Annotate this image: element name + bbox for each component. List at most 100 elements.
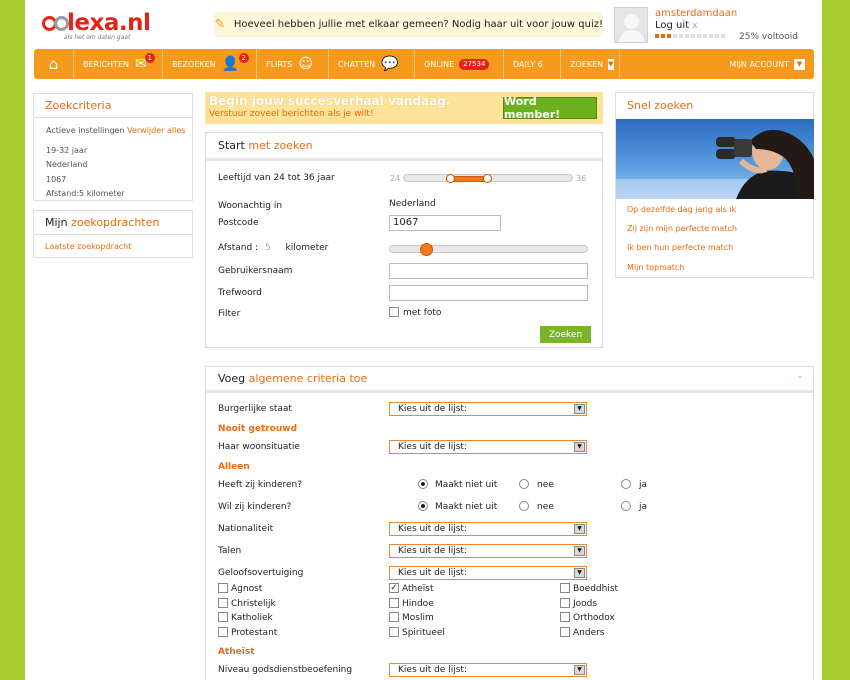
snel-link-hun-match[interactable]: Ik ben hun perfecte match	[627, 243, 733, 252]
met-foto-checkbox[interactable]	[389, 307, 399, 317]
profile-panel: amsterdamdaan Log uit x 25% voltooid	[614, 7, 814, 45]
search-title-b: met zoeken	[248, 139, 313, 152]
geloof-option-label: Orthodox	[573, 613, 615, 623]
nav-account[interactable]: MIJN ACCOUNT ▼	[720, 49, 814, 79]
niveau-label: Niveau godsdienstbeoefening	[218, 665, 353, 675]
snel-link-perfecte-match[interactable]: Zij zijn mijn perfecte match	[627, 224, 737, 233]
geloof-option-label: Christelijk	[231, 598, 276, 609]
age-slider-max-handle[interactable]	[483, 174, 492, 183]
username-link[interactable]: amsterdamdaan	[655, 8, 737, 19]
nav-flirts[interactable]: FLIRTS ☺	[257, 49, 329, 79]
geloof-checkbox-anders[interactable]	[560, 626, 570, 637]
afstand-value: 5	[264, 243, 271, 253]
snel-link-jarig[interactable]: Op dezelfde dag jarig als ik	[627, 205, 736, 214]
geloof-checkbox-katholiek[interactable]	[218, 612, 228, 622]
word-member-button[interactable]: Word member!	[503, 95, 597, 121]
nav-zoeken[interactable]: ZOEKEN ▼	[561, 49, 620, 79]
nav-daily6[interactable]: DAILY 6	[504, 49, 561, 79]
heeft-kinderen-nee-radio[interactable]	[519, 479, 529, 489]
verwijder-alles-link[interactable]: Verwijder alles	[127, 126, 185, 135]
chevron-down-icon: ▼	[574, 404, 585, 414]
wil-kinderen-nee-radio[interactable]	[519, 501, 529, 511]
logout-label: Log uit	[655, 20, 690, 31]
afstand-slider[interactable]	[389, 243, 588, 256]
profile-progress-label: 25% voltooid	[739, 32, 798, 42]
geloof-checkbox-moslim[interactable]	[389, 612, 399, 622]
nav-chatten[interactable]: CHATTEN 💬	[329, 49, 415, 79]
geloof-checkbox-hindoe[interactable]	[389, 597, 399, 608]
geloof-checkbox-boeddhist[interactable]	[560, 583, 570, 593]
chevron-down-icon: ▼	[574, 568, 585, 578]
banner-subtitle: Verstuur zoveel berichten als je wilt!	[209, 109, 374, 119]
nationaliteit-label: Nationaliteit	[218, 524, 274, 534]
woonsituatie-select[interactable]: Kies uit de lijst: ▼	[389, 440, 587, 454]
geloof-value: Atheïst	[218, 647, 255, 657]
afstand-slider-handle[interactable]	[420, 243, 433, 256]
criteria-age: 19-32 jaar	[46, 145, 88, 155]
postcode-input[interactable]: 1067	[389, 215, 501, 231]
geloof-checkbox-spiritueel[interactable]	[389, 626, 399, 637]
afstand-label: Afstand : 5 kilometer	[218, 243, 328, 253]
wil-kinderen-maakt-niet-uit-radio[interactable]	[418, 501, 428, 511]
woonachtig-value[interactable]: Nederland	[389, 199, 436, 209]
wil-kinderen-ja-radio[interactable]	[621, 501, 631, 511]
search-box: Start met zoeken Leeftijd van 24 tot 36 …	[205, 132, 603, 348]
nav-online[interactable]: ONLINE 27534	[415, 49, 504, 79]
geloof-checkbox-protestant[interactable]	[218, 626, 228, 637]
geloof-checkbox-orthodox[interactable]	[560, 612, 570, 622]
criteria-title: Voeg algemene criteria toe -	[206, 367, 813, 393]
visitors-icon: 👤	[221, 56, 240, 72]
geloof-option-label: Moslim	[402, 613, 434, 623]
criteria-postcode: 1067	[46, 174, 67, 184]
nav-berichten[interactable]: BERICHTEN ✉ 1	[74, 49, 163, 79]
age-max-label: 36	[576, 174, 587, 183]
collapse-icon[interactable]: -	[798, 370, 802, 383]
trefwoord-input[interactable]	[389, 285, 588, 301]
close-icon[interactable]: x	[692, 21, 697, 31]
age-slider-min-handle[interactable]	[446, 174, 455, 183]
geloof-option-label: Katholiek	[231, 613, 273, 623]
logout-link[interactable]: Log uit x	[655, 20, 697, 31]
niveau-select[interactable]: Kies uit de lijst: ▼	[389, 663, 587, 677]
gebruikersnaam-input[interactable]	[389, 263, 588, 279]
banner-title: Begin jouw succesverhaal vandaag.	[209, 94, 451, 108]
zoekopdrachten-title: Mijn zoekopdrachten	[34, 211, 192, 235]
avatar[interactable]	[614, 7, 648, 43]
nav-chatten-label: CHATTEN	[338, 59, 376, 69]
heeft-kinderen-ja-radio[interactable]	[621, 479, 631, 489]
gebruikersnaam-label: Gebruikersnaam	[218, 266, 293, 276]
geloof-checkbox-christelijk[interactable]	[218, 597, 228, 608]
zoeken-button[interactable]: Zoeken	[540, 326, 591, 343]
logo[interactable]: lexa.nl als het om daten gaat	[42, 10, 151, 41]
geloof-option-label: Boeddhist	[573, 584, 619, 594]
geloof-checkbox-agnost[interactable]	[218, 583, 228, 593]
heeft-kinderen-maakt-niet-uit-radio[interactable]	[418, 479, 428, 489]
nav-bezoeken[interactable]: BEZOEKEN 👤 2	[163, 49, 257, 79]
trefwoord-label: Trefwoord	[218, 288, 262, 298]
laatste-zoekopdracht-link[interactable]: Laatste zoekopdracht	[34, 235, 192, 251]
age-slider[interactable]	[403, 174, 573, 183]
home-icon: ⌂	[48, 55, 59, 73]
age-min-label: 24	[390, 174, 401, 183]
geloof-option-label: Protestant	[231, 627, 278, 638]
nav-home[interactable]: ⌂	[34, 49, 74, 79]
geloof-checkbox-joods[interactable]	[560, 597, 570, 608]
afstand-label-text: Afstand :	[218, 243, 259, 253]
wil-kinderen-nee-label: nee	[537, 502, 554, 512]
talen-select[interactable]: Kies uit de lijst: ▼	[389, 544, 587, 558]
progress-segment	[667, 34, 671, 38]
met-foto-label: met foto	[403, 308, 442, 318]
postcode-label: Postcode	[218, 218, 259, 228]
quiz-notice[interactable]: ✎ Hoeveel hebben jullie met elkaar gemee…	[214, 12, 603, 37]
nationaliteit-select[interactable]: Kies uit de lijst: ▼	[389, 522, 587, 536]
snel-link-topmatch[interactable]: Mijn topmatch	[627, 263, 684, 272]
burgerlijke-select[interactable]: Kies uit de lijst: ▼	[389, 402, 587, 416]
geloof-checkbox-atheïst[interactable]: ✓	[389, 583, 399, 593]
zoekcriteria-box: Zoekcriteria Actieve instellingen Verwij…	[33, 93, 193, 201]
geloof-select[interactable]: Kies uit de lijst: ▼	[389, 566, 587, 580]
nav-berichten-label: BERICHTEN	[83, 59, 129, 69]
logo-rings-icon	[42, 15, 69, 31]
progress-segment	[673, 34, 677, 38]
smiley-icon: ☺	[298, 56, 313, 72]
select-placeholder: Kies uit de lijst:	[398, 442, 467, 452]
